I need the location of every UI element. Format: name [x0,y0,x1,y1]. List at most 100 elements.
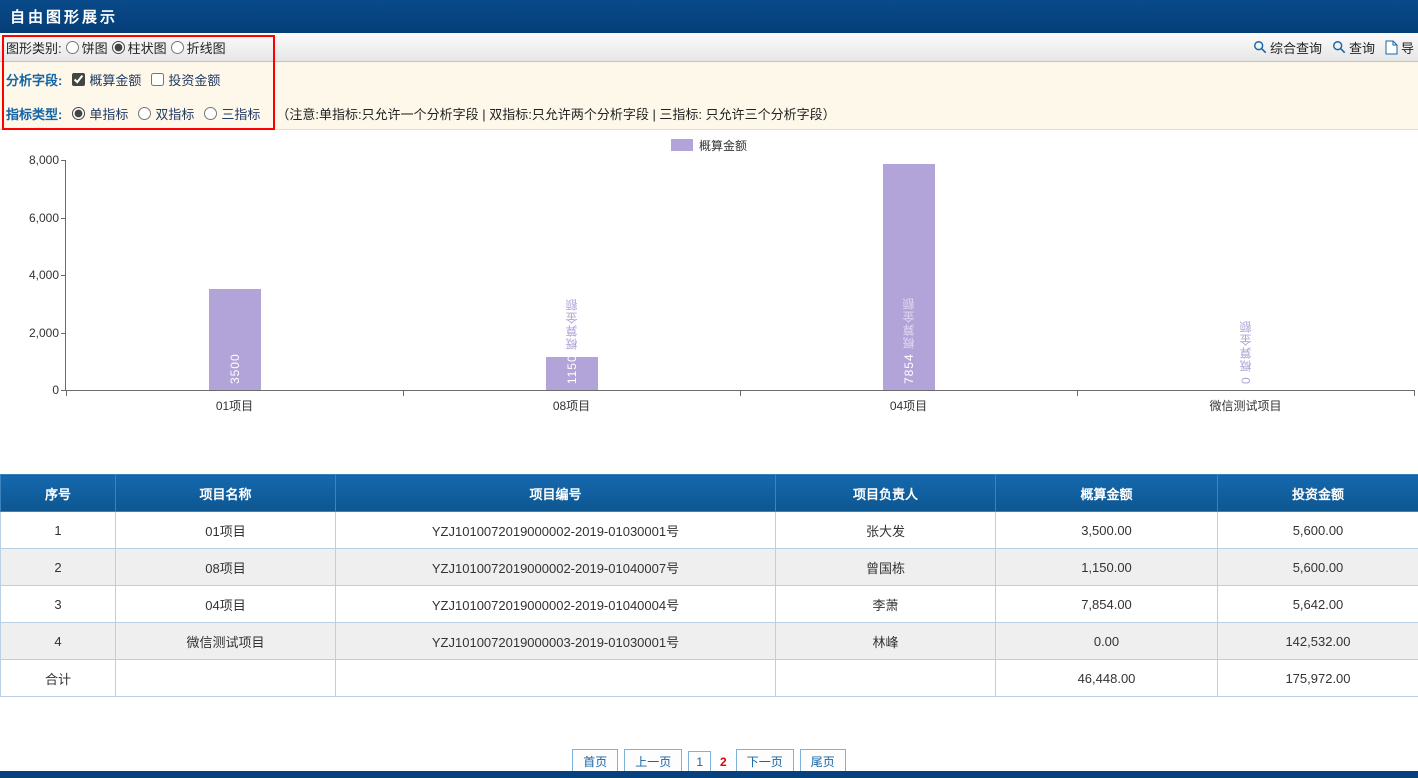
indicator-type-label: 指标类型: [6,104,62,123]
composite-query-label: 综合查询 [1270,38,1322,57]
table-cell: 合计 [1,660,116,697]
legend-label: 概算金额 [699,137,747,154]
col-project-name: 项目名称 [116,475,336,512]
toolbar-actions: 综合查询 查询 导 [1253,38,1414,57]
chart-type-label: 图形类别: [6,38,62,57]
table-row: 101项目YZJ1010072019000002-2019-01030001号张… [1,512,1418,549]
page-title: 自由图形展示 [10,6,118,27]
filter-panel: 分析字段: 概算金额 投资金额 指标类型: 单指标 双指标 三指标 [0,62,1418,130]
y-axis-tick-label: 4,000 [4,268,59,282]
table-cell: 175,972.00 [1218,660,1418,697]
indicator-double[interactable]: 双指标 [138,104,194,123]
table-row: 208项目YZJ1010072019000002-2019-01040007号曾… [1,549,1418,586]
table-cell: YZJ1010072019000002-2019-01040007号 [336,549,776,586]
table-total-row: 合计 46,448.00175,972.00 [1,660,1418,697]
bar-value-label: 3500 概算金额 [226,297,243,384]
col-project-code: 项目编号 [336,475,776,512]
bar-value-label: 7854 概算金额 [900,297,917,384]
x-axis-tick [66,390,67,396]
table-cell: 0.00 [996,623,1218,660]
table-cell: 曾国栋 [776,549,996,586]
triple-indicator-label: 三指标 [221,104,260,123]
table-cell: 微信测试项目 [116,623,336,660]
y-axis-tick [61,333,66,334]
query-label: 查询 [1349,38,1375,57]
bar-radio-label: 柱状图 [128,38,167,57]
field-investment-amount[interactable]: 投资金额 [151,70,220,89]
table-cell: 01项目 [116,512,336,549]
table-cell: YZJ1010072019000002-2019-01030001号 [336,512,776,549]
page-1-button[interactable]: 1 [688,751,711,773]
x-axis-category-label: 01项目 [66,397,403,414]
table-cell: YZJ1010072019000002-2019-01040004号 [336,586,776,623]
composite-query-button[interactable]: 综合查询 [1253,38,1322,57]
estimate-amount-label: 概算金额 [89,70,141,89]
table-cell: 08项目 [116,549,336,586]
y-axis-tick-label: 2,000 [4,326,59,340]
export-button[interactable]: 导 [1385,38,1414,57]
magnifier-icon [1253,40,1267,54]
bar-value-label: 0 概算金额 [1237,320,1254,384]
legend-swatch [671,139,693,151]
table-cell: 李萧 [776,586,996,623]
query-button[interactable]: 查询 [1332,38,1375,57]
line-radio-label: 折线图 [187,38,226,57]
projects-table: 序号 项目名称 项目编号 项目负责人 概算金额 投资金额 101项目YZJ101… [0,474,1418,697]
x-axis-category-label: 08项目 [403,397,740,414]
table-cell: 1,150.00 [996,549,1218,586]
table-cell: 46,448.00 [996,660,1218,697]
estimate-amount-checkbox[interactable] [72,73,85,86]
col-project-manager: 项目负责人 [776,475,996,512]
table-cell: YZJ1010072019000003-2019-01030001号 [336,623,776,660]
table-cell: 3,500.00 [996,512,1218,549]
y-axis-tick-label: 8,000 [4,153,59,167]
current-page-indicator: 2 [717,752,730,772]
table-cell: 张大发 [776,512,996,549]
table-cell: 04项目 [116,586,336,623]
analysis-fields-label: 分析字段: [6,70,62,89]
table-row: 4微信测试项目YZJ1010072019000003-2019-01030001… [1,623,1418,660]
indicator-single[interactable]: 单指标 [72,104,128,123]
chart-type-bar[interactable]: 柱状图 [112,38,167,57]
indicator-triple[interactable]: 三指标 [204,104,260,123]
single-indicator-radio[interactable] [72,107,85,120]
pie-radio[interactable] [66,41,79,54]
bar-radio[interactable] [112,41,125,54]
line-radio[interactable] [171,41,184,54]
table-cell: 5,600.00 [1218,549,1418,586]
free-graphics-page: 自由图形展示 图形类别: 饼图 柱状图 折线图 综合查询 [0,0,1418,778]
triple-indicator-radio[interactable] [204,107,217,120]
chart-type-line[interactable]: 折线图 [171,38,226,57]
field-estimate-amount[interactable]: 概算金额 [72,70,141,89]
pie-radio-label: 饼图 [82,38,108,57]
col-seq: 序号 [1,475,116,512]
table-cell: 4 [1,623,116,660]
table-row: 304项目YZJ1010072019000002-2019-01040004号李… [1,586,1418,623]
chart-legend: 概算金额 [0,136,1418,154]
indicator-note: （注意:单指标:只允许一个分析字段 | 双指标:只允许两个分析字段 | 三指标:… [276,104,835,123]
toolbar: 图形类别: 饼图 柱状图 折线图 综合查询 查询 [0,33,1418,62]
bar-chart: 概算金额 02,0004,0006,0008,0003500 概算金额01项目1… [0,130,1418,440]
double-indicator-radio[interactable] [138,107,151,120]
analysis-fields-row: 分析字段: 概算金额 投资金额 [6,62,1418,96]
x-axis-category-label: 04项目 [740,397,1077,414]
bottom-bar [0,771,1418,778]
page-title-bar: 自由图形展示 [0,0,1418,33]
table-cell: 7,854.00 [996,586,1218,623]
investment-amount-checkbox[interactable] [151,73,164,86]
table-cell: 142,532.00 [1218,623,1418,660]
table-header-row: 序号 项目名称 项目编号 项目负责人 概算金额 投资金额 [1,475,1418,512]
double-indicator-label: 双指标 [155,104,194,123]
y-axis-tick-label: 0 [4,383,59,397]
export-label: 导 [1401,38,1414,57]
x-axis-tick [403,390,404,396]
x-axis-tick [740,390,741,396]
bar-value-label: 1150 概算金额 [563,298,580,384]
chart-plot: 02,0004,0006,0008,0003500 概算金额01项目1150 概… [65,160,1414,391]
table-cell [116,660,336,697]
y-axis-tick [61,160,66,161]
chart-type-pie[interactable]: 饼图 [66,38,108,57]
investment-amount-label: 投资金额 [168,70,220,89]
col-investment-amount: 投资金额 [1218,475,1418,512]
table-cell: 5,600.00 [1218,512,1418,549]
